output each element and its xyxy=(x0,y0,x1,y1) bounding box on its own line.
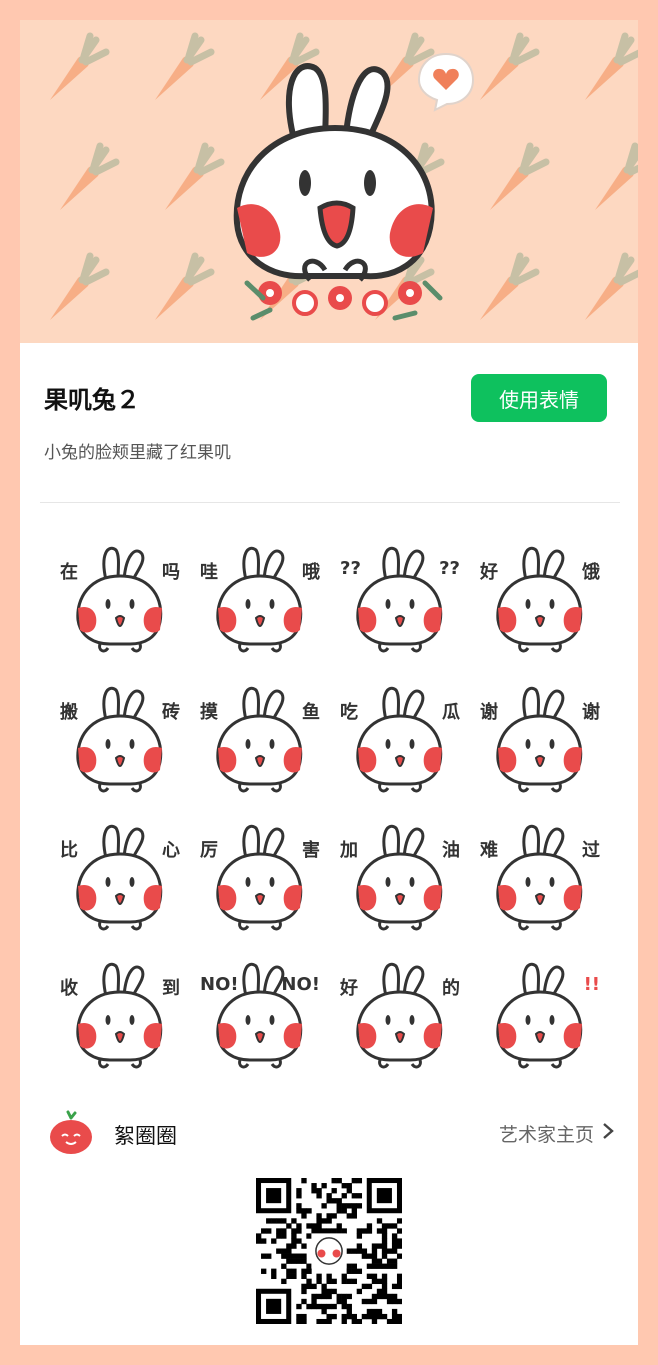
heart-bubble-icon xyxy=(415,50,477,116)
sticker-pack-card: 果叽兔２ 使用表情 小兔的脸颊里藏了红果叽 在吗哇哦???? 好饿搬砖摸鱼吃瓜谢谢… xyxy=(20,20,638,1345)
carrot-icon xyxy=(135,30,215,114)
carrot-icon xyxy=(575,140,638,224)
sticker-item[interactable]: 厉害 xyxy=(200,818,320,938)
qr-code-icon xyxy=(256,1178,403,1325)
hero-rabbit-icon xyxy=(225,48,445,332)
carrot-icon xyxy=(30,250,110,334)
sticker-caption-left: 好 xyxy=(480,562,498,583)
sticker-caption-left: 谢 xyxy=(480,702,498,723)
sticker-caption-right: 鱼 xyxy=(302,702,320,723)
sticker-caption-right: 的 xyxy=(442,978,460,999)
sticker-caption-left: 在 xyxy=(60,562,78,583)
sticker-caption-left: NO! xyxy=(200,974,239,995)
sticker-item[interactable]: 比心 xyxy=(60,818,180,938)
chevron-right-icon xyxy=(602,1122,614,1145)
sticker-item[interactable]: 收到 xyxy=(60,956,180,1076)
carrot-icon xyxy=(145,140,225,224)
author-row: 絮圈圈 艺术家主页 xyxy=(20,1110,638,1160)
sticker-caption-right: 哦 xyxy=(302,562,320,583)
sticker-caption-left: 吃 xyxy=(340,702,358,723)
sticker-item[interactable]: NO! NO! xyxy=(200,956,320,1076)
sticker-item[interactable]: 哇哦 xyxy=(200,540,320,660)
sticker-caption-left: 好 xyxy=(340,978,358,999)
divider xyxy=(40,502,620,503)
sticker-caption-right: NO! xyxy=(281,974,320,995)
sticker-caption-left: ?? xyxy=(340,558,361,579)
sticker-item[interactable]: 摸鱼 xyxy=(200,680,320,800)
sticker-caption-right: 谢 xyxy=(582,702,600,723)
sticker-item[interactable]: 在吗 xyxy=(60,540,180,660)
carrot-icon xyxy=(30,30,110,114)
carrot-icon xyxy=(135,250,215,334)
sticker-caption-left: 搬 xyxy=(60,702,78,723)
banner xyxy=(20,20,638,343)
sticker-grid: 在吗哇哦???? 好饿搬砖摸鱼吃瓜谢谢比心厉害加油难过收到 NO! NO! 好的!! xyxy=(60,540,620,1080)
carrot-icon xyxy=(460,250,540,334)
sticker-item[interactable]: 好饿 xyxy=(480,540,600,660)
carrot-icon xyxy=(565,30,638,114)
carrot-icon xyxy=(470,140,550,224)
sticker-item[interactable]: !! xyxy=(480,956,600,1076)
artist-homepage-label: 艺术家主页 xyxy=(498,1124,594,1146)
sticker-item[interactable]: 搬砖 xyxy=(60,680,180,800)
sticker-item[interactable]: 好的 xyxy=(340,956,460,1076)
sticker-caption-left: 加 xyxy=(340,840,358,861)
sticker-caption-left: 比 xyxy=(60,840,78,861)
author-name[interactable]: 絮圈圈 xyxy=(114,1120,177,1150)
artist-homepage-link[interactable]: 艺术家主页 xyxy=(499,1120,614,1147)
tomato-avatar-icon[interactable] xyxy=(48,1110,94,1156)
carrot-icon xyxy=(40,140,120,224)
pack-description: 小兔的脸颊里藏了红果叽 xyxy=(44,443,231,463)
sticker-caption-right: !! xyxy=(583,974,600,995)
sticker-item[interactable]: 吃瓜 xyxy=(340,680,460,800)
sticker-caption-left: 厉 xyxy=(200,840,218,861)
sticker-caption-right: 过 xyxy=(582,840,600,861)
sticker-caption-right: 饿 xyxy=(582,562,600,583)
sticker-caption-right: 害 xyxy=(302,840,320,861)
sticker-caption-left: 摸 xyxy=(200,702,218,723)
sticker-caption-right: 油 xyxy=(442,840,460,861)
sticker-caption-right: 瓜 xyxy=(442,702,460,723)
sticker-caption-right: 心 xyxy=(162,840,180,861)
carrot-icon xyxy=(565,250,638,334)
sticker-item[interactable]: 谢谢 xyxy=(480,680,600,800)
sticker-caption-left: 难 xyxy=(480,840,498,861)
sticker-item[interactable]: ???? xyxy=(340,540,460,660)
use-stickers-button[interactable]: 使用表情 xyxy=(471,374,607,422)
sticker-item[interactable]: 难过 xyxy=(480,818,600,938)
sticker-caption-right: 到 xyxy=(162,978,180,999)
sticker-caption-left: 哇 xyxy=(200,562,218,583)
sticker-caption-right: 吗 xyxy=(162,562,180,583)
sticker-caption-right: ?? xyxy=(439,558,460,579)
pack-title: 果叽兔２ xyxy=(44,386,140,414)
sticker-caption-left: 收 xyxy=(60,978,78,999)
sticker-caption-right: 砖 xyxy=(162,702,180,723)
sticker-item[interactable]: 加油 xyxy=(340,818,460,938)
